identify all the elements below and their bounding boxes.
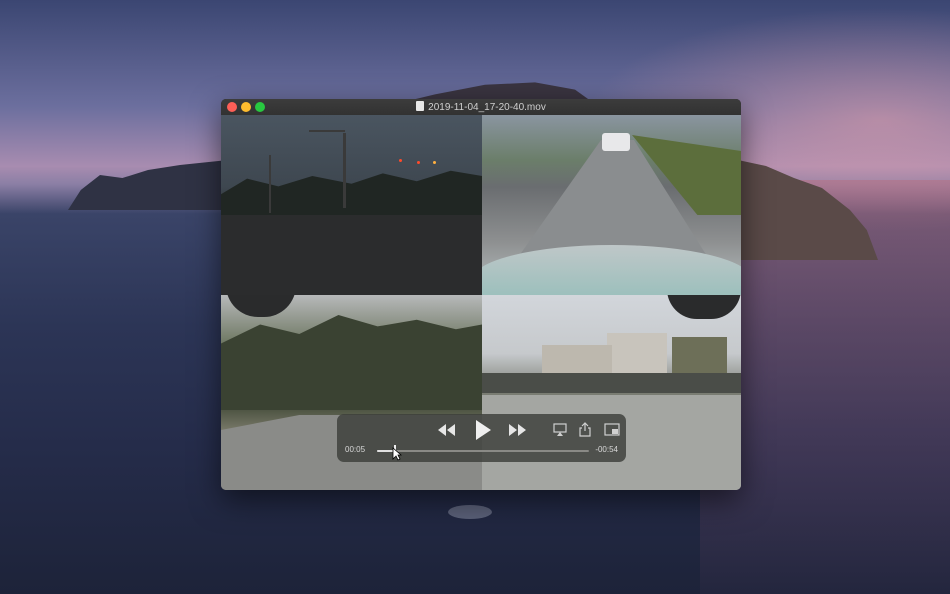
side-mirror [226,295,296,317]
trees [221,315,482,410]
picture-in-picture-button[interactable] [604,423,620,436]
street-light-pole [269,155,271,213]
fast-forward-button[interactable] [507,423,527,437]
camera-front [221,115,482,295]
road [221,215,482,295]
scrubber-track[interactable] [377,445,589,457]
trees-right [672,337,727,377]
traffic-light-red-2 [417,161,420,164]
island-left [68,160,228,210]
fence [482,373,741,393]
time-elapsed: 00:05 [345,445,366,454]
apartment-building [607,333,667,377]
treeline [221,170,482,215]
following-car [602,133,630,151]
airplay-icon [553,423,567,436]
time-remaining: -00:54 [595,445,618,454]
window-titlebar[interactable]: 2019-11-04_17-20-40.mov [221,99,741,116]
window-title: 2019-11-04_17-20-40.mov [428,102,546,113]
airplay-button[interactable] [553,423,567,437]
rock-outcrop [448,505,492,519]
window-title-wrap: 2019-11-04_17-20-40.mov [221,101,741,114]
rear-bumper [482,245,741,295]
rewind-icon [438,424,455,436]
picture-in-picture-icon [604,423,620,436]
share-icon [579,422,591,437]
playback-controls: 00:05 -00:54 [337,414,626,462]
mouse-pointer-icon [392,447,402,461]
traffic-light-red [399,159,402,162]
document-icon [416,101,425,111]
side-mirror [667,295,741,319]
play-button[interactable] [474,419,492,441]
share-button[interactable] [579,422,591,437]
apartment-building-2 [542,345,612,375]
camera-rear [482,115,741,295]
fast-forward-icon [509,424,526,436]
rewind-button[interactable] [437,423,457,437]
signal-arm [309,130,345,132]
signal-pole [343,133,346,208]
traffic-light-orange [433,161,436,164]
play-icon [476,420,491,440]
